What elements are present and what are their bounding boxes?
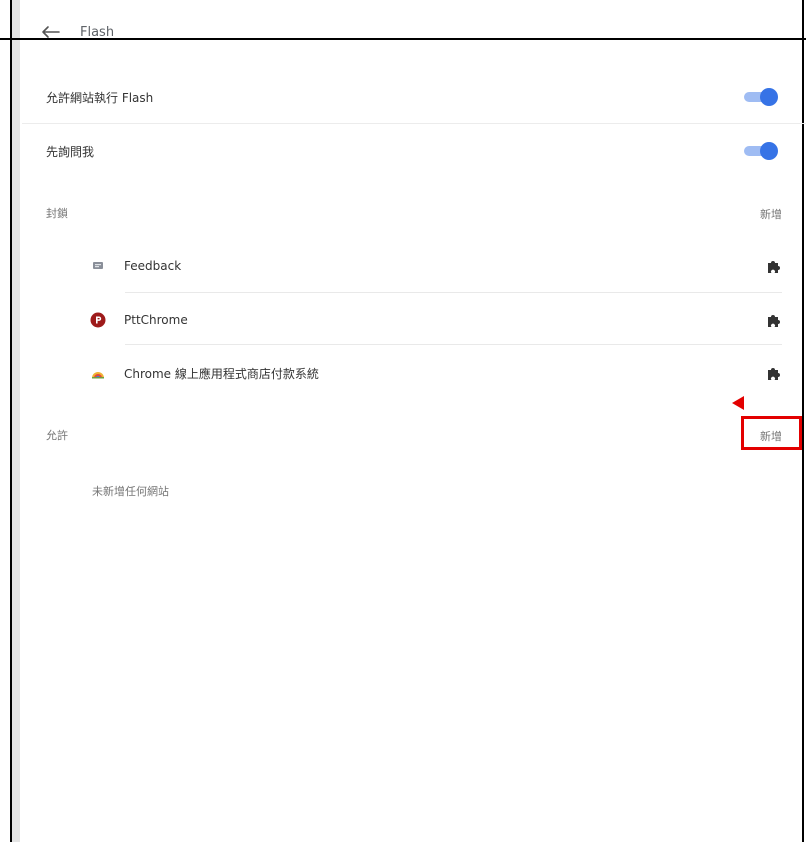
ask-first-toggle[interactable] bbox=[744, 142, 778, 160]
divider bbox=[22, 123, 806, 124]
extension-puzzle-icon[interactable] bbox=[766, 365, 782, 381]
blocked-site-item[interactable]: Chrome 線上應用程式商店付款系統 bbox=[90, 362, 782, 384]
blocked-section-label: 封鎖 bbox=[46, 207, 68, 220]
chrome-webstore-payments-icon bbox=[90, 365, 106, 381]
highlight-box bbox=[741, 416, 802, 450]
site-name: Chrome 線上應用程式商店付款系統 bbox=[124, 366, 319, 381]
extension-puzzle-icon[interactable] bbox=[766, 312, 782, 328]
allow-flash-toggle[interactable] bbox=[744, 88, 778, 106]
toggle-knob bbox=[760, 142, 778, 160]
allow-flash-row: 允許網站執行 Flash bbox=[46, 86, 782, 108]
divider bbox=[125, 344, 782, 345]
ask-first-row: 先詢問我 bbox=[46, 140, 782, 162]
toggle-knob bbox=[760, 88, 778, 106]
frame-border-left bbox=[10, 0, 12, 842]
blocked-section-header: 封鎖 bbox=[46, 203, 782, 223]
feedback-icon bbox=[90, 258, 106, 274]
blocked-site-item[interactable]: PttChrome bbox=[90, 309, 782, 331]
blocked-site-item[interactable]: Feedback bbox=[90, 255, 782, 277]
pttchrome-icon bbox=[90, 312, 106, 328]
ask-first-label: 先詢問我 bbox=[46, 144, 95, 159]
allow-flash-label: 允許網站執行 Flash bbox=[46, 90, 154, 105]
scrollbar-track[interactable] bbox=[12, 0, 20, 842]
blocked-add-button[interactable]: 新增 bbox=[760, 206, 782, 222]
allowed-section-header: 允許 bbox=[46, 425, 782, 445]
divider bbox=[125, 292, 782, 293]
site-name: PttChrome bbox=[124, 313, 188, 327]
site-name: Feedback bbox=[124, 259, 182, 273]
header-rule bbox=[0, 38, 806, 40]
frame-border-right bbox=[802, 0, 804, 842]
extension-puzzle-icon[interactable] bbox=[766, 258, 782, 274]
allowed-section-label: 允許 bbox=[46, 429, 68, 442]
annotation-arrow-icon bbox=[731, 394, 747, 414]
allowed-empty-text: 未新增任何網站 bbox=[92, 485, 169, 498]
page-header: Flash bbox=[40, 20, 114, 44]
